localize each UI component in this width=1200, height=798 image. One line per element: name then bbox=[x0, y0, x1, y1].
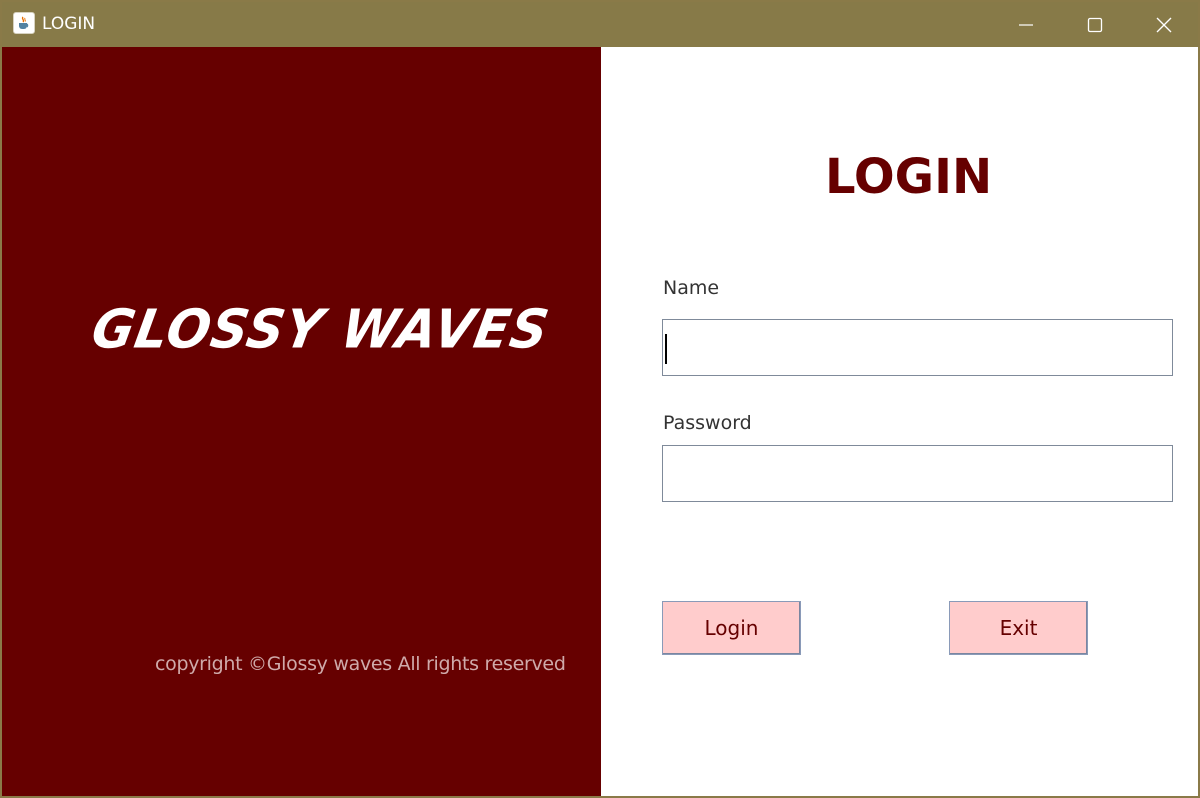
window-title: LOGIN bbox=[42, 14, 96, 34]
maximize-icon bbox=[1087, 17, 1103, 32]
login-button[interactable]: Login bbox=[662, 601, 801, 655]
minimize-icon bbox=[1019, 23, 1033, 26]
title-bar[interactable]: LOGIN bbox=[2, 2, 1198, 47]
brand-logo-text: GLOSSY WAVES bbox=[87, 299, 554, 361]
login-form-panel: LOGIN Name Password Login Exit bbox=[601, 47, 1198, 796]
close-icon bbox=[1156, 17, 1172, 32]
exit-button[interactable]: Exit bbox=[949, 601, 1088, 655]
minimize-button[interactable] bbox=[992, 2, 1060, 47]
name-label: Name bbox=[663, 277, 720, 299]
password-field[interactable] bbox=[662, 445, 1173, 502]
name-field[interactable] bbox=[662, 319, 1173, 376]
java-cup-icon bbox=[13, 12, 35, 34]
brand-panel: GLOSSY WAVES copyright ©Glossy waves All… bbox=[2, 47, 601, 796]
maximize-button[interactable] bbox=[1061, 2, 1129, 47]
page-title: LOGIN bbox=[825, 149, 993, 205]
copyright-text: copyright ©Glossy waves All rights reser… bbox=[155, 653, 566, 675]
text-caret bbox=[665, 334, 667, 364]
close-button[interactable] bbox=[1130, 2, 1198, 47]
login-window: LOGIN GLOSSY WAVES copyright ©Glossy wav… bbox=[0, 0, 1200, 798]
password-label: Password bbox=[663, 412, 752, 434]
